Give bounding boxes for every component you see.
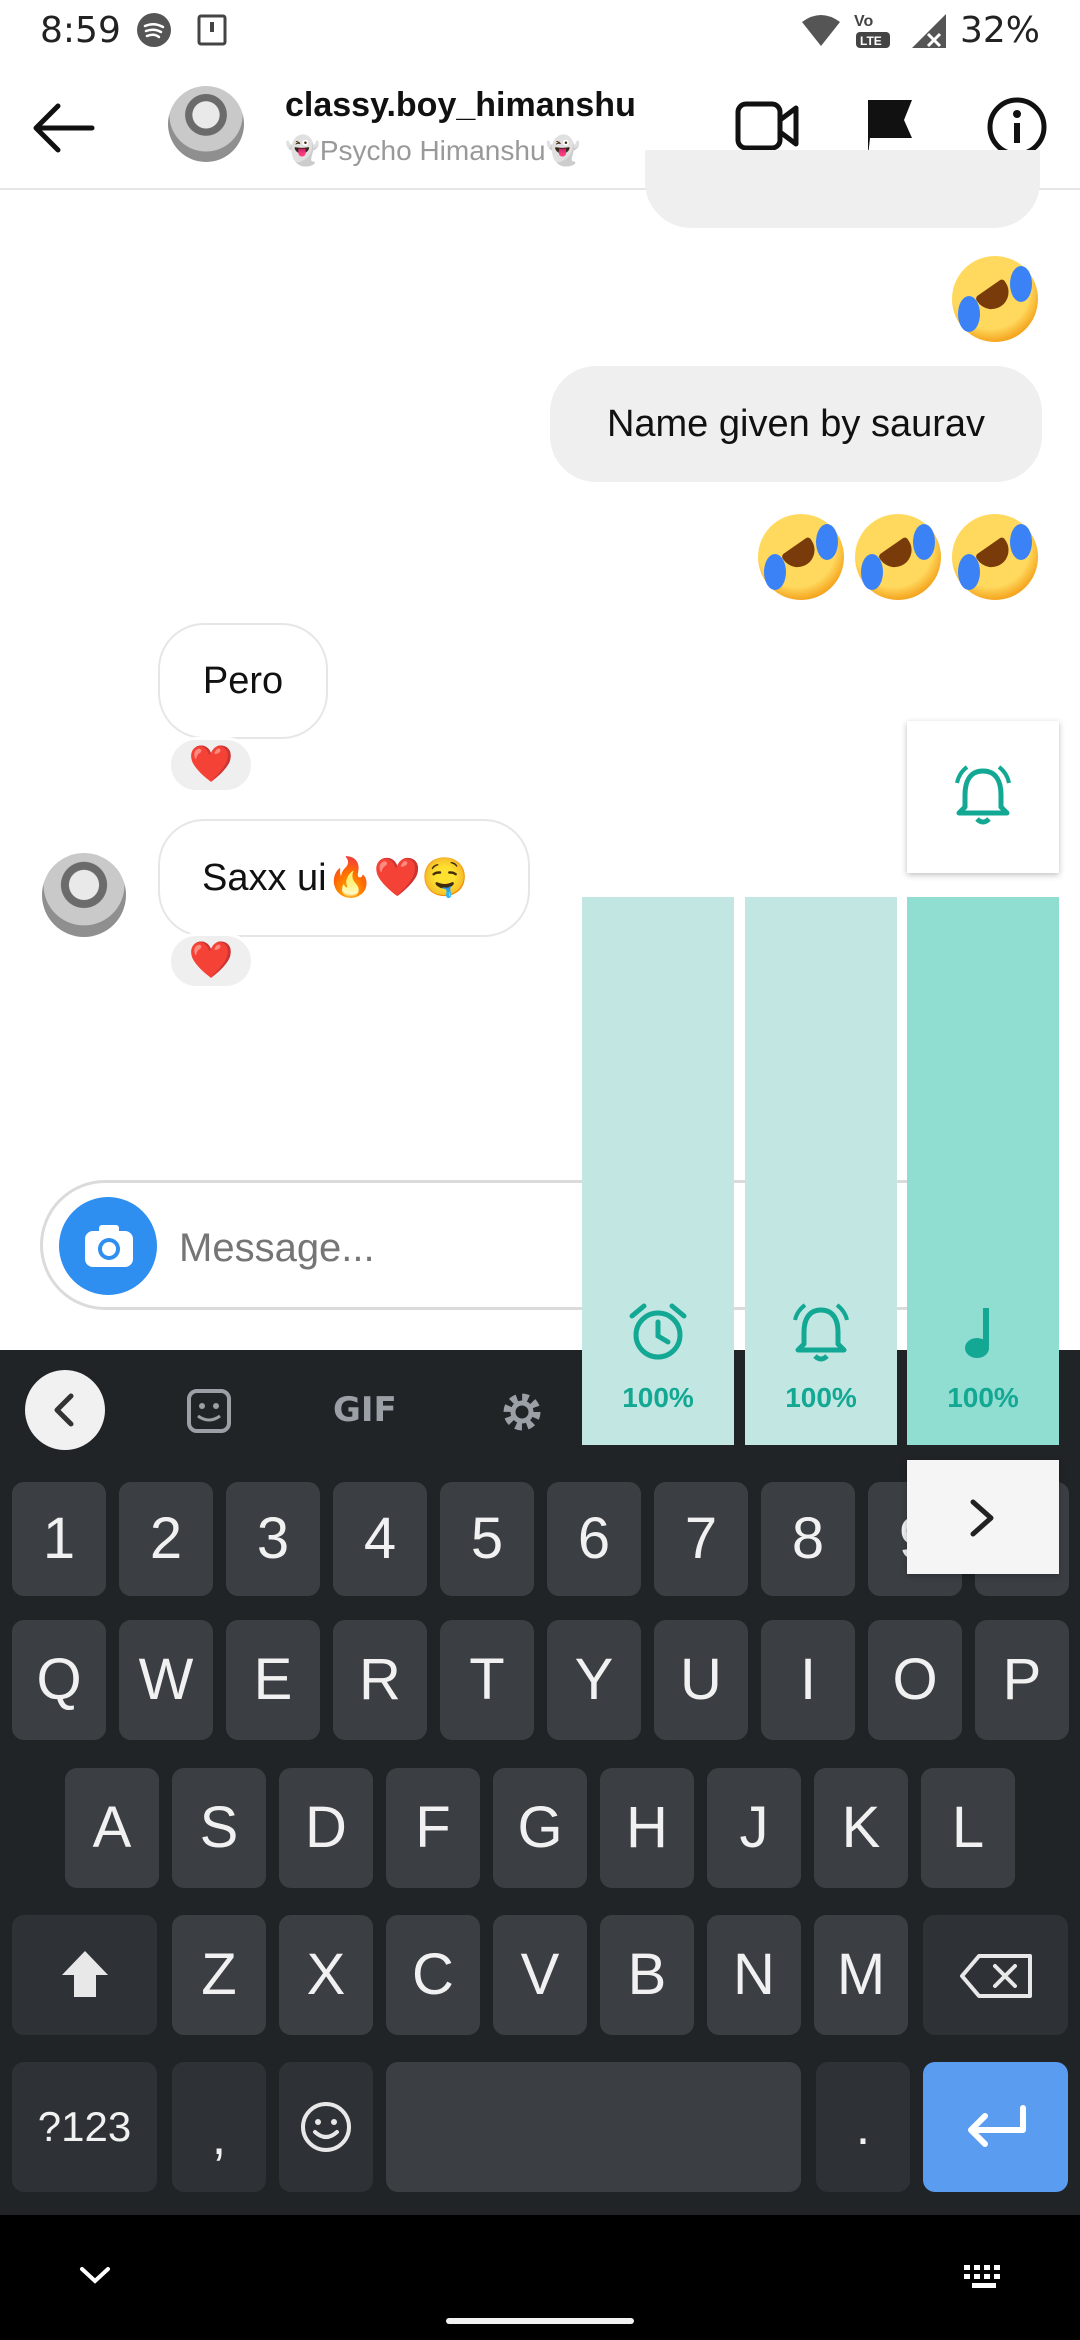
media-volume-level: 100% [947, 1382, 1019, 1413]
key-e[interactable]: E [226, 1620, 320, 1740]
laughing-emoji-icon [758, 514, 844, 600]
message-bubble-incoming: Pero [158, 623, 328, 739]
key-m[interactable]: M [814, 1915, 908, 2035]
video-call-icon[interactable] [734, 96, 802, 156]
sd-card-icon [197, 14, 227, 46]
alarm-clock-icon [629, 1303, 687, 1360]
music-note-icon [965, 1308, 989, 1358]
key-q[interactable]: Q [12, 1620, 106, 1740]
battery-percentage: 32% [959, 10, 1040, 51]
sticker-icon[interactable] [186, 1388, 232, 1434]
camera-icon [85, 1225, 133, 1267]
key-d[interactable]: D [279, 1768, 373, 1888]
contact-display-name[interactable]: 👻Psycho Himanshu👻 [285, 134, 580, 167]
contact-username[interactable]: classy.boy_himanshu [285, 86, 636, 125]
status-bar: 8:59 Vo LTE 32% [0, 0, 1080, 66]
status-time: 8:59 [40, 10, 121, 51]
enter-key[interactable] [923, 2062, 1068, 2192]
key-p[interactable]: P [975, 1620, 1069, 1740]
symbols-key[interactable]: ?123 [12, 2062, 157, 2192]
ring-volume-level: 100% [785, 1382, 857, 1413]
key-u[interactable]: U [654, 1620, 748, 1740]
signal-icon [912, 14, 946, 48]
chevron-left-icon [54, 1393, 74, 1427]
shift-key[interactable] [12, 1915, 157, 2035]
laughing-emoji-icon [952, 256, 1038, 342]
message-input[interactable] [179, 1213, 599, 1283]
back-arrow-icon[interactable] [28, 98, 98, 158]
home-gesture-bar[interactable] [446, 2318, 634, 2324]
alarm-volume-level: 100% [622, 1382, 694, 1413]
key-i[interactable]: I [761, 1620, 855, 1740]
key-c[interactable]: C [386, 1915, 480, 2035]
period-key[interactable]: . [816, 2062, 910, 2192]
comma-key[interactable]: , [172, 2062, 266, 2192]
heart-reaction-icon[interactable]: ❤️ [168, 737, 254, 793]
laughing-emoji-icon [855, 514, 941, 600]
key-k[interactable]: K [814, 1768, 908, 1888]
wifi-icon [802, 15, 840, 46]
key-n[interactable]: N [707, 1915, 801, 2035]
space-bar[interactable] [386, 2062, 801, 2192]
key-v[interactable]: V [493, 1915, 587, 2035]
backspace-key[interactable] [923, 1915, 1068, 2035]
smiley-icon [301, 2102, 351, 2152]
sender-avatar[interactable] [42, 853, 126, 937]
ring-mode-button[interactable] [907, 721, 1059, 873]
message-bubble-incoming: Saxx ui🔥❤️🤤 [158, 819, 530, 937]
key-a[interactable]: A [65, 1768, 159, 1888]
key-f[interactable]: F [386, 1768, 480, 1888]
key-b[interactable]: B [600, 1915, 694, 2035]
key-z[interactable]: Z [172, 1915, 266, 2035]
volte-icon: Vo LTE [854, 13, 890, 48]
shift-arrow-icon [62, 1951, 108, 1997]
key-r[interactable]: R [333, 1620, 427, 1740]
message-bubble-outgoing: Name given by saurav [550, 366, 1042, 482]
flag-icon[interactable] [862, 94, 918, 158]
key-3[interactable]: 3 [226, 1482, 320, 1596]
key-6[interactable]: 6 [547, 1482, 641, 1596]
enter-arrow-icon [968, 2105, 1026, 2147]
key-5[interactable]: 5 [440, 1482, 534, 1596]
key-4[interactable]: 4 [333, 1482, 427, 1596]
bell-icon [793, 1303, 849, 1362]
camera-button[interactable] [59, 1197, 157, 1295]
key-g[interactable]: G [493, 1768, 587, 1888]
key-x[interactable]: X [279, 1915, 373, 2035]
expand-volume-button[interactable] [907, 1460, 1059, 1574]
key-7[interactable]: 7 [654, 1482, 748, 1596]
emoji-key[interactable] [279, 2062, 373, 2192]
message-bubble-partial [645, 150, 1040, 228]
key-h[interactable]: H [600, 1768, 694, 1888]
heart-reaction-icon[interactable]: ❤️ [168, 933, 254, 989]
key-t[interactable]: T [440, 1620, 534, 1740]
svg-text:Vo: Vo [854, 13, 873, 30]
gif-button[interactable]: GIF [333, 1390, 397, 1430]
keyboard-switch-icon[interactable] [962, 2263, 1008, 2291]
key-w[interactable]: W [119, 1620, 213, 1740]
collapse-toolbar-button[interactable] [25, 1370, 105, 1450]
key-8[interactable]: 8 [761, 1482, 855, 1596]
key-o[interactable]: O [868, 1620, 962, 1740]
key-y[interactable]: Y [547, 1620, 641, 1740]
backspace-icon [960, 1954, 1032, 1998]
svg-text:LTE: LTE [860, 34, 882, 48]
key-2[interactable]: 2 [119, 1482, 213, 1596]
key-1[interactable]: 1 [12, 1482, 106, 1596]
hide-keyboard-chevron-icon[interactable] [78, 2265, 112, 2287]
bell-icon [955, 765, 1011, 825]
spotify-icon [137, 13, 171, 47]
key-s[interactable]: S [172, 1768, 266, 1888]
ring-volume-slider[interactable]: 100% [745, 897, 897, 1445]
settings-gear-icon[interactable] [496, 1386, 548, 1438]
info-icon[interactable] [986, 96, 1048, 158]
key-l[interactable]: L [921, 1768, 1015, 1888]
laughing-emoji-icon [952, 514, 1038, 600]
chevron-right-icon [970, 1499, 994, 1537]
contact-avatar[interactable] [168, 86, 244, 162]
alarm-volume-slider[interactable]: 100% [582, 897, 734, 1445]
media-volume-slider[interactable]: 100% [907, 897, 1059, 1445]
system-nav-bar [0, 2215, 1080, 2340]
key-j[interactable]: J [707, 1768, 801, 1888]
